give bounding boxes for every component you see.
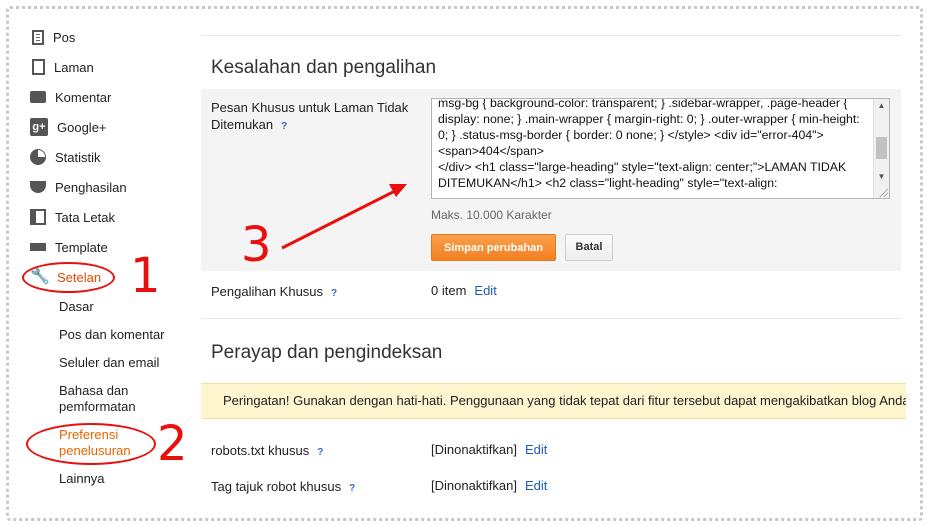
annotation-arrow-head [389, 184, 407, 197]
annotation-arrow [281, 184, 407, 250]
annotation-arrow-shaft [281, 188, 398, 250]
